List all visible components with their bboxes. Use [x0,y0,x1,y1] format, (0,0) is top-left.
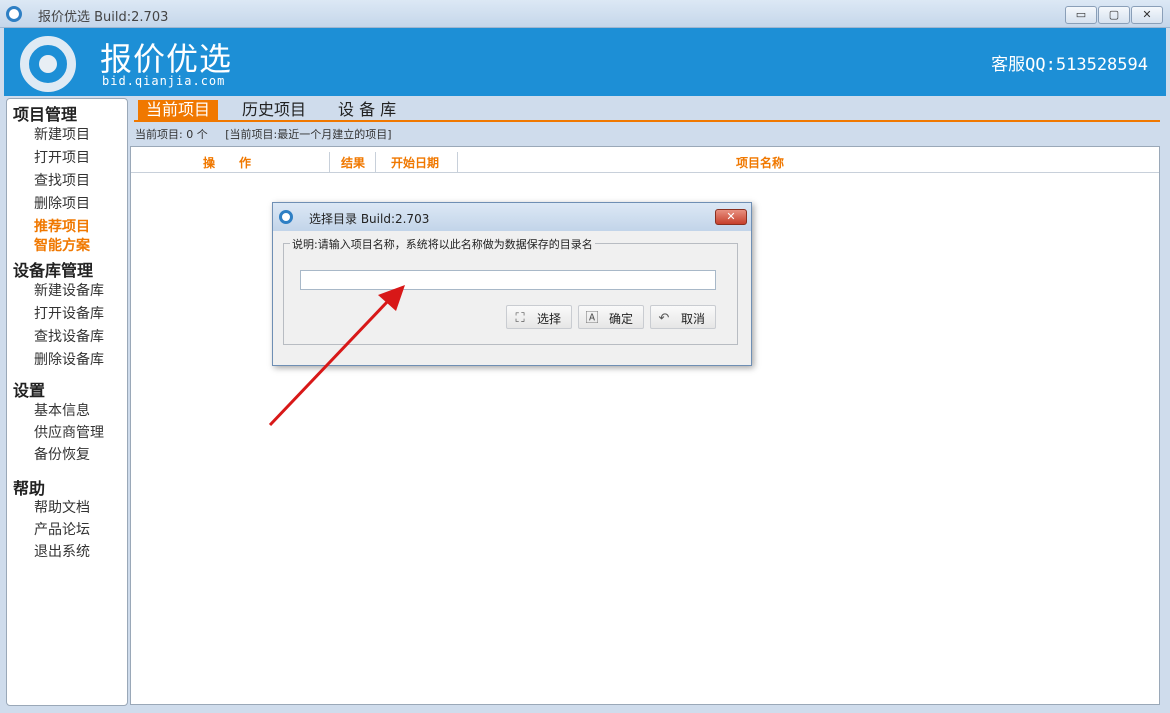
brand-domain: bid.qianjia.com [102,74,226,88]
sidebar-item-backup[interactable]: 备份恢复 [34,444,90,464]
grid-header: 操 作 结果 开始日期 项目名称 [131,149,1159,173]
select-icon: ⛶ [515,310,525,325]
sidebar-group-project: 项目管理 [13,105,78,124]
dialog-instruction: 说明:请输入项目名称，系统将以此名称做为数据保存的目录名 [290,236,595,252]
project-hint: [当前项目:最近一个月建立的项目] [225,128,392,141]
window-titlebar: 报价优选 Build:2.703 ▭ ▢ ✕ [0,0,1170,28]
sidebar-group-device-library: 设备库管理 [13,261,94,280]
sidebar-item-delete-project[interactable]: 删除项目 [34,193,90,213]
dialog-title: 选择目录 Build:2.703 [309,212,430,226]
sidebar-item-recommended[interactable]: 推荐项目 [34,216,90,236]
cancel-button-label: 取消 [681,312,706,326]
sidebar: 项目管理 新建项目 打开项目 查找项目 删除项目 推荐项目 智能方案 设备库管理… [6,98,128,706]
sidebar-item-find-library[interactable]: 查找设备库 [34,326,104,346]
dialog-close-button[interactable]: ✕ [715,209,747,225]
sidebar-item-suppliers[interactable]: 供应商管理 [34,422,104,442]
cancel-button[interactable]: ↶ 取消 [650,305,716,329]
sidebar-item-new-library[interactable]: 新建设备库 [34,280,104,300]
project-count: 当前项目: 0 个 [135,128,208,141]
sidebar-item-basic-info[interactable]: 基本信息 [34,400,90,420]
column-separator [375,152,376,172]
status-line: 当前项目: 0 个 [当前项目:最近一个月建立的项目] [135,126,406,142]
sidebar-item-smart-plan[interactable]: 智能方案 [34,235,90,255]
sidebar-item-open-library[interactable]: 打开设备库 [34,303,104,323]
select-button-label: 选择 [537,312,562,326]
maximize-button[interactable]: ▢ [1098,6,1130,24]
column-project-name[interactable]: 项目名称 [736,154,784,171]
close-button[interactable]: ✕ [1131,6,1163,24]
tab-device-library[interactable]: 设 备 库 [330,100,404,121]
column-result[interactable]: 结果 [341,154,365,171]
dialog-titlebar: 选择目录 Build:2.703 ✕ [273,203,751,231]
tab-underline [134,120,1160,122]
sidebar-item-exit[interactable]: 退出系统 [34,541,90,561]
customer-service-qq: 客服QQ:513528594 [991,55,1148,75]
select-button[interactable]: ⛶ 选择 [506,305,572,329]
sidebar-item-help-docs[interactable]: 帮助文档 [34,497,90,517]
tab-history-projects[interactable]: 历史项目 [234,100,314,121]
confirm-button-label: 确定 [609,312,634,326]
column-actions[interactable]: 操 作 [203,154,251,171]
undo-icon: ↶ [658,310,670,325]
sidebar-item-find-project[interactable]: 查找项目 [34,170,90,190]
sidebar-group-help: 帮助 [13,479,46,498]
column-separator [329,152,330,172]
sidebar-item-open-project[interactable]: 打开项目 [34,147,90,167]
annotation-arrow [268,285,405,427]
sidebar-item-delete-library[interactable]: 删除设备库 [34,349,104,369]
sidebar-item-forum[interactable]: 产品论坛 [34,519,90,539]
column-separator [457,152,458,172]
app-icon [6,6,22,22]
window-title: 报价优选 Build:2.703 [38,10,169,25]
header-banner: 报价优选 bid.qianjia.com 客服QQ:513528594 [4,28,1166,96]
logo-icon [20,36,76,92]
tab-current-projects[interactable]: 当前项目 [138,100,219,121]
confirm-icon: 🄰 [585,310,599,325]
confirm-button[interactable]: 🄰 确定 [578,305,644,329]
minimize-button[interactable]: ▭ [1065,6,1097,24]
column-start-date[interactable]: 开始日期 [391,154,439,171]
sidebar-item-new-project[interactable]: 新建项目 [34,124,90,144]
dialog-app-icon [279,210,293,224]
sidebar-group-settings: 设置 [13,381,46,400]
